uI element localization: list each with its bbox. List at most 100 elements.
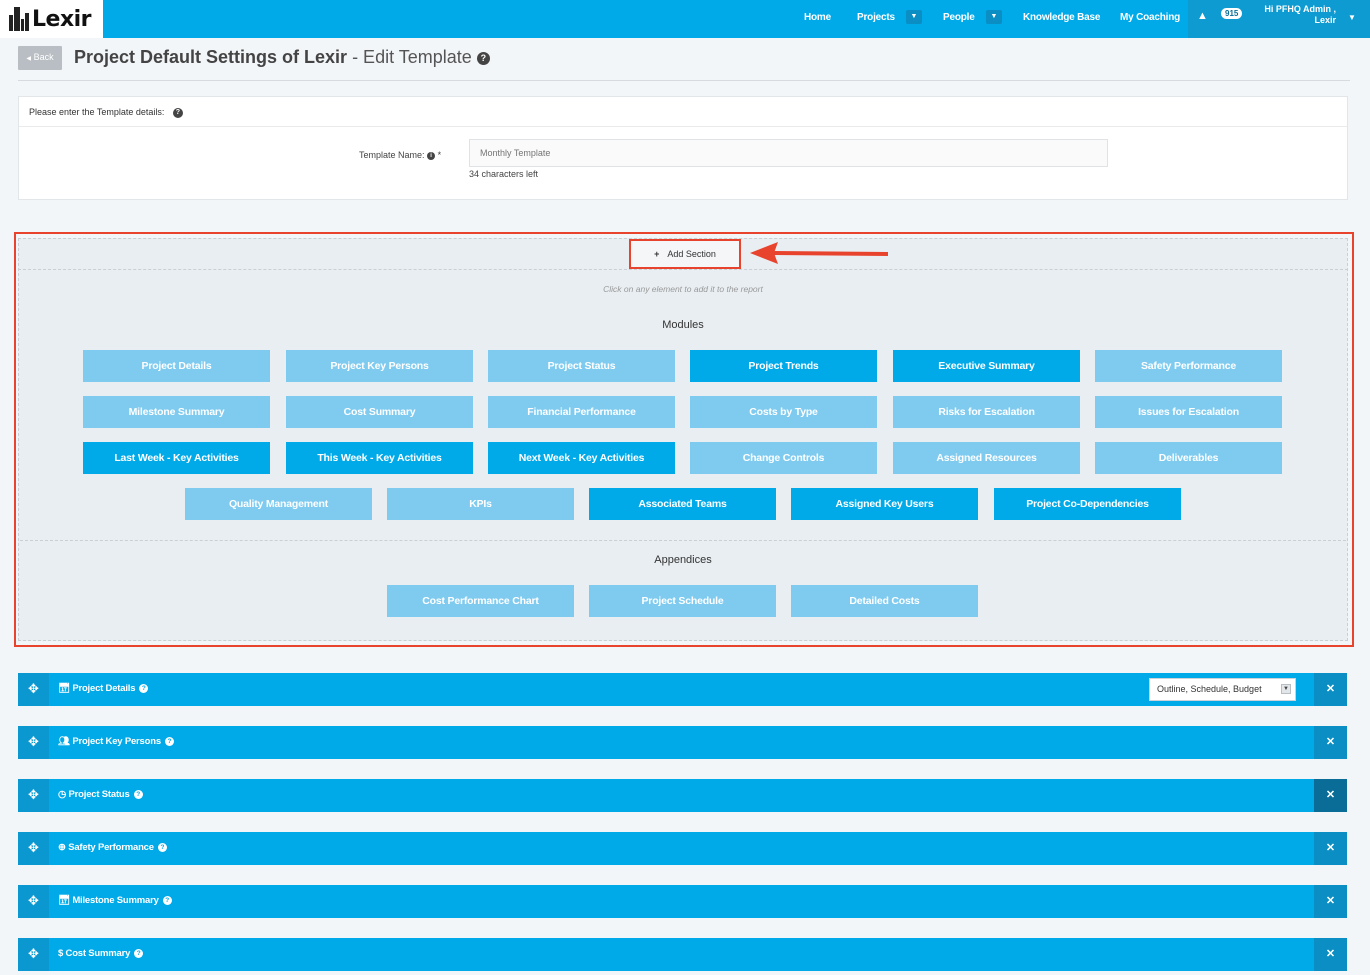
building-icon xyxy=(8,7,30,31)
template-name-input[interactable] xyxy=(469,139,1108,167)
template-name-label-text: Template Name: xyxy=(359,150,425,160)
appendix-button[interactable]: Cost Performance Chart xyxy=(387,585,574,617)
module-button[interactable]: Project Status xyxy=(488,350,675,382)
module-button[interactable]: Last Week - Key Activities xyxy=(83,442,270,474)
user-dropdown-icon[interactable]: ▼ xyxy=(1344,10,1360,26)
move-handle-icon[interactable]: ✥ xyxy=(18,673,49,706)
move-handle-icon[interactable]: ✥ xyxy=(18,885,49,918)
lexir-logo[interactable]: Lexir xyxy=(0,0,103,38)
nav-projects[interactable]: Projects xyxy=(857,0,895,38)
details-select[interactable]: Outline, Schedule, Budget ▼ xyxy=(1149,678,1296,701)
section-title-text: Project Status xyxy=(68,789,130,800)
module-button[interactable]: Deliverables xyxy=(1095,442,1282,474)
section-bar-safety-performance: ✥ ⊕ Safety Performance? ✕ xyxy=(18,832,1347,865)
projects-dropdown-icon[interactable]: ▼ xyxy=(906,10,922,24)
module-button[interactable]: This Week - Key Activities xyxy=(286,442,473,474)
help-icon[interactable]: ? xyxy=(164,736,174,746)
module-button[interactable]: Change Controls xyxy=(690,442,877,474)
back-button[interactable]: ◀ Back xyxy=(18,46,62,70)
people-dropdown-icon[interactable]: ▼ xyxy=(986,10,1002,24)
notification-badge[interactable]: 915 xyxy=(1221,8,1243,19)
remove-section-button[interactable]: ✕ xyxy=(1314,938,1347,971)
page-title-main: Project Default Settings of Lexir xyxy=(74,47,348,67)
page-title: Project Default Settings of Lexir - Edit… xyxy=(74,47,490,68)
appendix-button[interactable]: Project Schedule xyxy=(589,585,776,617)
module-button[interactable]: Cost Summary xyxy=(286,396,473,428)
module-button[interactable]: Safety Performance xyxy=(1095,350,1282,382)
section-title: $ Cost Summary? xyxy=(58,938,144,971)
section-title-text: Cost Summary xyxy=(65,948,131,959)
user-greeting: Hi PFHQ Admin , xyxy=(1264,4,1336,14)
info-icon[interactable]: i xyxy=(427,151,436,160)
module-button[interactable]: Executive Summary xyxy=(893,350,1080,382)
help-icon[interactable]: ? xyxy=(172,107,183,118)
nav-my-coaching[interactable]: My Coaching xyxy=(1120,0,1180,38)
module-button[interactable]: Next Week - Key Activities xyxy=(488,442,675,474)
move-handle-icon[interactable]: ✥ xyxy=(18,938,49,971)
dollar-icon: $ xyxy=(58,948,66,959)
help-icon[interactable]: ? xyxy=(476,51,490,65)
remove-section-button[interactable]: ✕ xyxy=(1314,885,1347,918)
section-title-text: Project Details xyxy=(72,683,136,694)
help-icon[interactable]: ? xyxy=(133,789,143,799)
chars-left-counter: 34 characters left xyxy=(469,169,539,179)
plus-icon: + xyxy=(654,249,660,259)
module-button[interactable]: Milestone Summary xyxy=(83,396,270,428)
card-heading: Please enter the Template details: ? xyxy=(19,97,1347,127)
module-button[interactable]: Risks for Escalation xyxy=(893,396,1080,428)
module-button[interactable]: Quality Management xyxy=(185,488,372,520)
module-button[interactable]: Assigned Key Users xyxy=(791,488,978,520)
module-button[interactable]: Project Trends xyxy=(690,350,877,382)
calendar-icon: 📅︎ xyxy=(58,895,73,906)
appendices-heading: Appendices xyxy=(654,554,712,566)
module-button[interactable]: Associated Teams xyxy=(589,488,776,520)
section-title-text: Milestone Summary xyxy=(72,895,159,906)
add-section-button[interactable]: + Add Section xyxy=(629,239,741,269)
move-handle-icon[interactable]: ✥ xyxy=(18,779,49,812)
modules-heading: Modules xyxy=(662,319,704,331)
move-handle-icon[interactable]: ✥ xyxy=(18,726,49,759)
module-button[interactable]: Issues for Escalation xyxy=(1095,396,1282,428)
chevron-down-icon: ▼ xyxy=(1281,684,1291,694)
remove-section-button[interactable]: ✕ xyxy=(1314,832,1347,865)
user-menu[interactable]: Hi PFHQ Admin , Lexir xyxy=(1252,4,1336,26)
module-button[interactable]: Financial Performance xyxy=(488,396,675,428)
card-heading-text: Please enter the Template details: xyxy=(29,107,165,117)
help-icon[interactable]: ? xyxy=(162,895,172,905)
help-icon[interactable]: ? xyxy=(134,948,144,958)
section-bar-cost-summary: ✥ $ Cost Summary? ✕ xyxy=(18,938,1347,971)
help-icon[interactable]: ? xyxy=(139,683,149,693)
remove-section-button[interactable]: ✕ xyxy=(1314,726,1347,759)
add-hint: Click on any element to add it to the re… xyxy=(603,284,763,294)
help-icon[interactable]: ? xyxy=(157,842,167,852)
module-button[interactable]: Project Key Persons xyxy=(286,350,473,382)
remove-section-button[interactable]: ✕ xyxy=(1314,779,1347,812)
page-title-sub: - Edit Template xyxy=(347,47,472,67)
section-title: ⊕ Safety Performance? xyxy=(58,832,167,865)
appendix-button[interactable]: Detailed Costs xyxy=(791,585,978,617)
header-divider xyxy=(18,80,1350,81)
chevron-left-icon: ◀ xyxy=(26,56,32,62)
section-bar-milestone-summary: ✥ 📅︎ Milestone Summary? ✕ xyxy=(18,885,1347,918)
nav-knowledge-base[interactable]: Knowledge Base xyxy=(1023,0,1100,38)
module-button[interactable]: Project Details xyxy=(83,350,270,382)
move-handle-icon[interactable]: ✥ xyxy=(18,832,49,865)
section-bar-project-status: ✥ ◷ Project Status? ✕ xyxy=(18,779,1347,812)
section-bar-project-details: ✥ 📅︎ Project Details? Outline, Schedule,… xyxy=(18,673,1347,706)
section-title: 📅︎ Project Details? xyxy=(58,673,149,706)
warning-icon[interactable]: ▲ xyxy=(1197,10,1208,22)
section-title: 👥︎ Project Key Persons? xyxy=(58,726,174,759)
remove-section-button[interactable]: ✕ xyxy=(1314,673,1347,706)
globe-icon: ⊕ xyxy=(58,842,69,853)
modules-divider xyxy=(20,540,1346,541)
section-title-text: Safety Performance xyxy=(68,842,154,853)
nav-people[interactable]: People xyxy=(943,0,975,38)
calendar-icon: 📅︎ xyxy=(58,683,73,694)
nav-home[interactable]: Home xyxy=(804,0,831,38)
user-org: Lexir xyxy=(1314,15,1336,25)
module-button[interactable]: Assigned Resources xyxy=(893,442,1080,474)
module-button[interactable]: Project Co-Dependencies xyxy=(994,488,1181,520)
add-section-label: Add Section xyxy=(667,249,716,259)
module-button[interactable]: Costs by Type xyxy=(690,396,877,428)
module-button[interactable]: KPIs xyxy=(387,488,574,520)
